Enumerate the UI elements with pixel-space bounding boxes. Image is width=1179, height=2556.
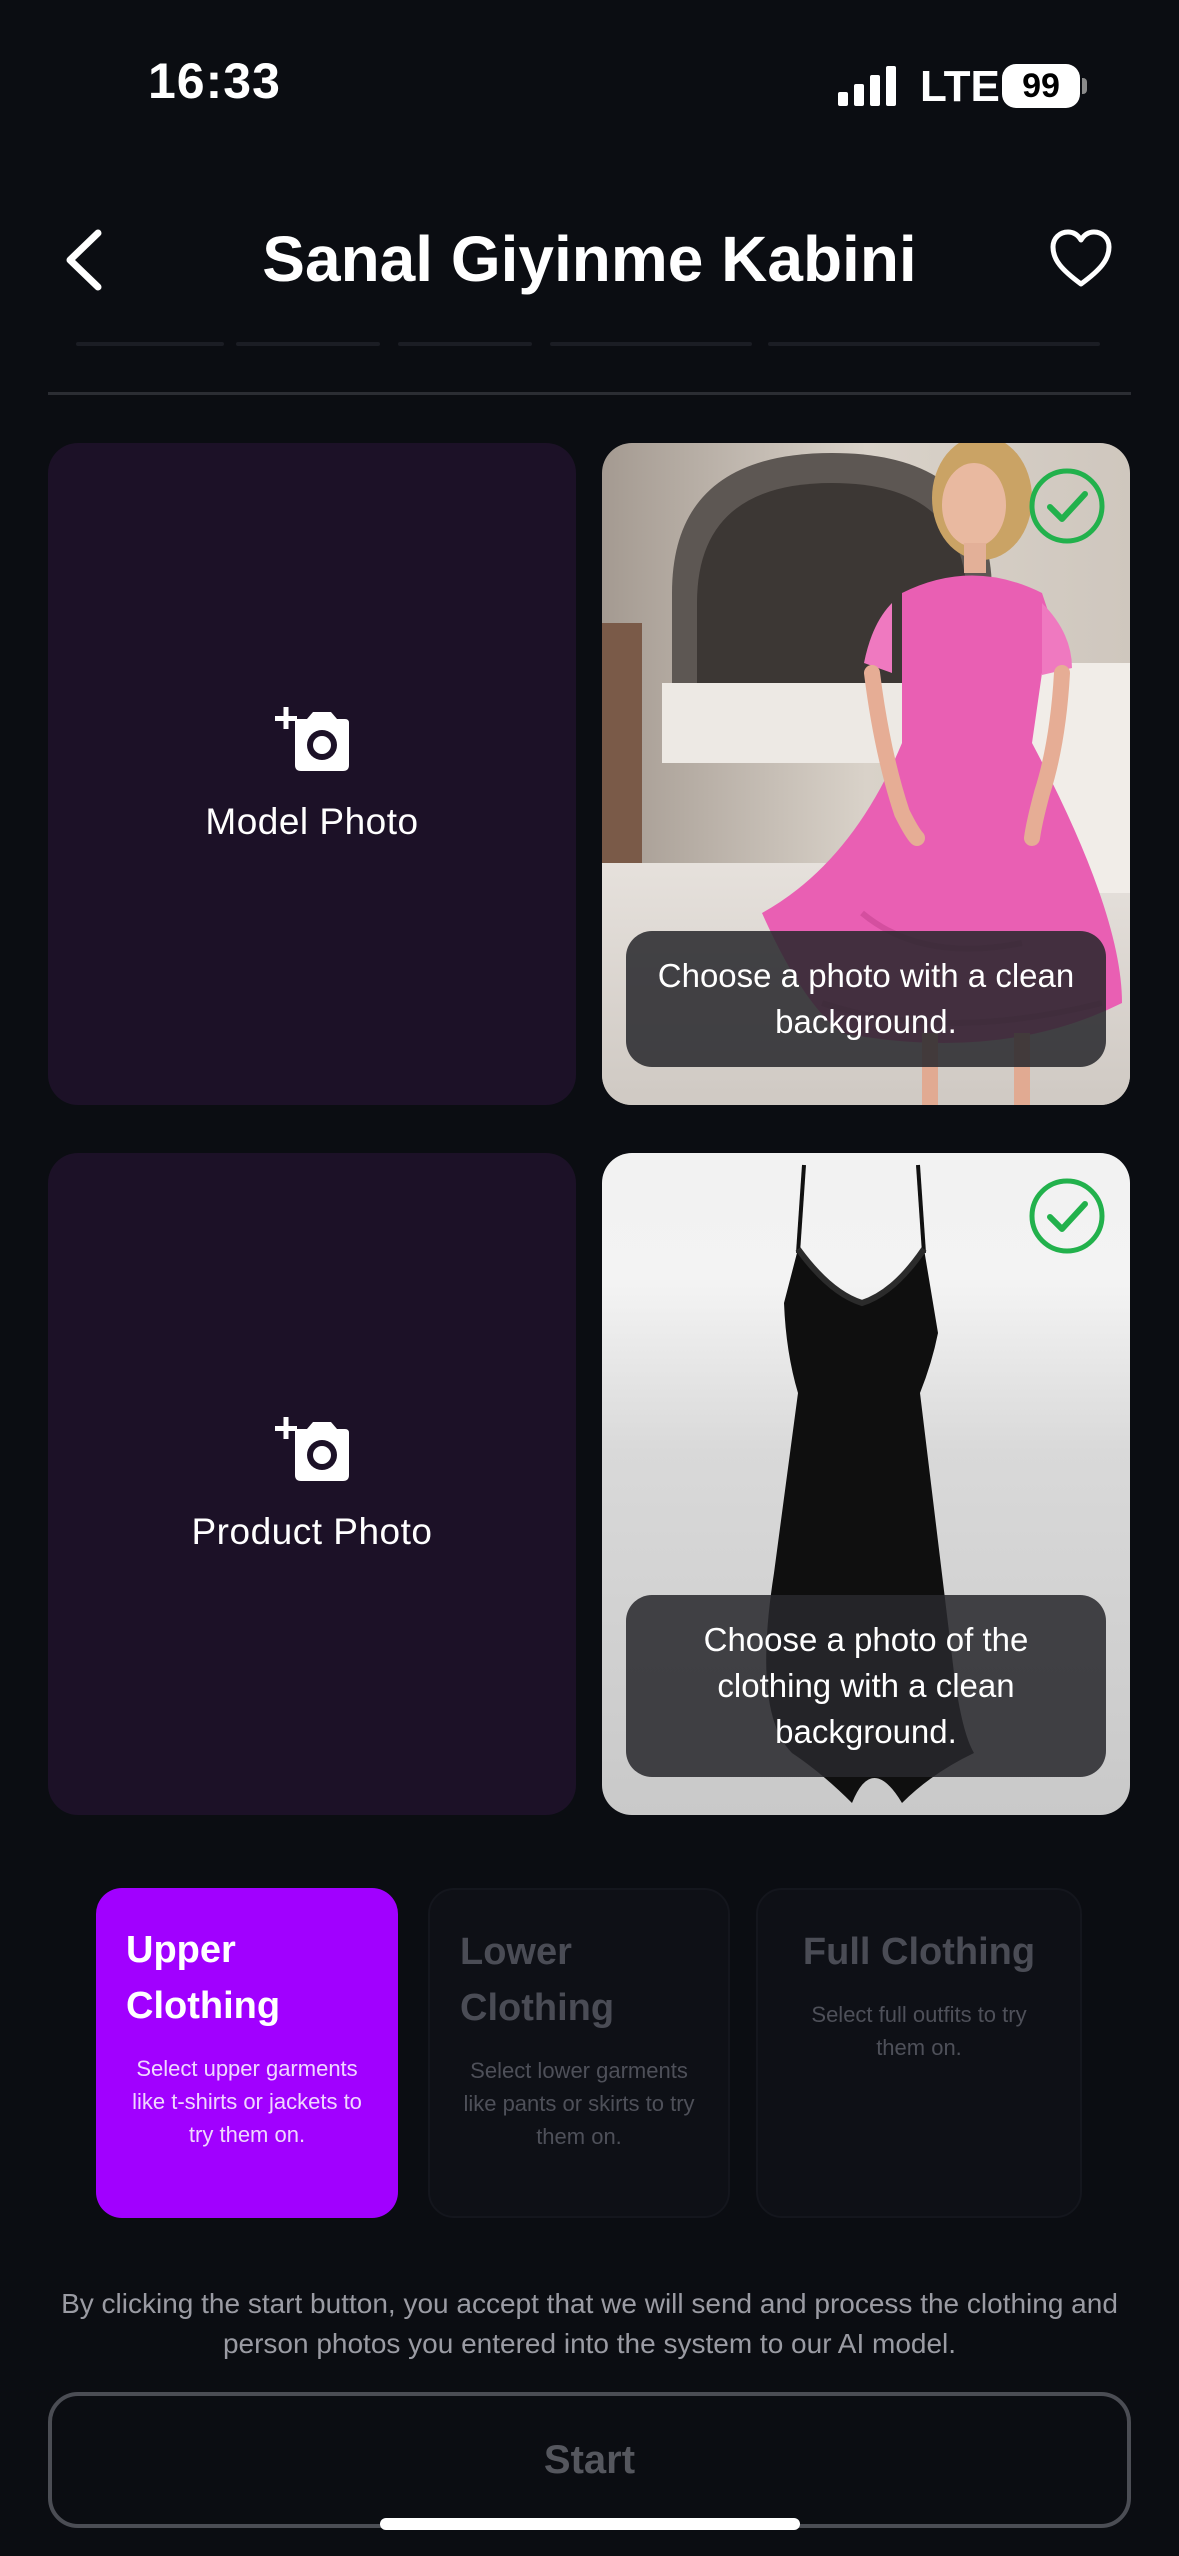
battery-tip [1082, 78, 1087, 94]
product-photo-upload[interactable]: Product Photo [48, 1153, 576, 1815]
cellular-signal-icon [838, 66, 896, 106]
category-title: Full Clothing [802, 1931, 1036, 1973]
status-time: 16:33 [148, 53, 281, 109]
scroll-hint-line [236, 342, 380, 346]
model-photo-tip: Choose a photo with a clean background. [626, 931, 1106, 1067]
model-photo-label: Model Photo [205, 801, 419, 842]
battery-icon: 99 [1002, 64, 1080, 108]
category-description: Select full outfits to try them on. [811, 2002, 1027, 2060]
category-description: Select upper garments like t-shirts or j… [132, 2056, 362, 2147]
category-description: Select lower garments like pants or skir… [463, 2058, 695, 2149]
heart-icon [1050, 229, 1112, 287]
category-title: Upper Clothing [126, 1929, 281, 2027]
start-button[interactable]: Start [48, 2392, 1131, 2528]
scroll-hint-line [398, 342, 532, 346]
battery-level: 99 [1022, 66, 1060, 105]
add-photo-icon [275, 1417, 349, 1481]
category-title: Lower Clothing [460, 1931, 615, 2029]
category-full-clothing[interactable]: Full Clothing Select full outfits to try… [756, 1888, 1082, 2218]
home-indicator[interactable] [380, 2518, 800, 2530]
header-divider [48, 392, 1131, 395]
product-photo-label: Product Photo [191, 1511, 433, 1552]
favorite-button[interactable] [1048, 228, 1114, 290]
category-lower-clothing[interactable]: Lower Clothing Select lower garments lik… [428, 1888, 730, 2218]
product-example-image: Choose a photo of the clothing with a cl… [602, 1153, 1130, 1815]
category-upper-clothing[interactable]: Upper Clothing Select upper garments lik… [96, 1888, 398, 2218]
check-circle-icon [1029, 1178, 1105, 1254]
scroll-hint-line [550, 342, 752, 346]
model-example-image: Choose a photo with a clean background. [602, 443, 1130, 1105]
scroll-hint-line [76, 342, 224, 346]
consent-disclaimer: By clicking the start button, you accept… [61, 2288, 1118, 2359]
check-circle-icon [1029, 468, 1105, 544]
network-type: LTE [920, 62, 1000, 111]
add-photo-icon [275, 707, 349, 771]
page-title: Sanal Giyinme Kabini [262, 223, 917, 295]
scroll-hint-line [768, 342, 1100, 346]
model-photo-upload[interactable]: Model Photo [48, 443, 576, 1105]
product-photo-tip: Choose a photo of the clothing with a cl… [626, 1595, 1106, 1777]
